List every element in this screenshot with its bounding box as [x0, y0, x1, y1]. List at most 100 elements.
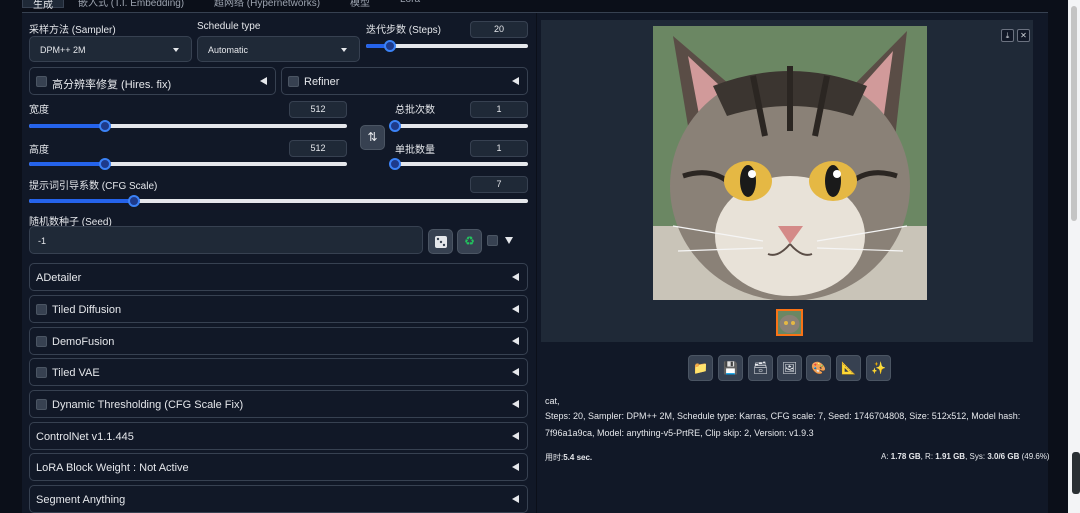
- output-params-line2: 7f96a1a9ca, Model: anything-v5-PrtRE, Cl…: [545, 428, 814, 438]
- collapse-triangle-icon[interactable]: [512, 463, 519, 471]
- mem-sys-value: 3.0/6 GB: [987, 452, 1020, 461]
- ruler-button[interactable]: 📐: [836, 355, 861, 381]
- mem-sys-label: , Sys:: [965, 452, 986, 461]
- height-input[interactable]: 512: [289, 140, 347, 157]
- generation-time: 用时:5.4 sec.: [545, 452, 592, 463]
- chevron-down-icon: [341, 48, 347, 52]
- palette-button[interactable]: 🎨: [806, 355, 831, 381]
- batch-size-input[interactable]: 1: [470, 140, 528, 157]
- dice-icon: [434, 236, 447, 248]
- tab-embedding[interactable]: 嵌入式 (T.I. Embedding): [78, 0, 184, 9]
- hires-fix-checkbox[interactable]: [36, 76, 47, 87]
- collapse-triangle-icon[interactable]: [512, 400, 519, 408]
- collapse-triangle-icon[interactable]: [512, 495, 519, 503]
- image-icon: 🖼: [781, 361, 798, 375]
- batch-count-slider[interactable]: [389, 120, 528, 132]
- cfg-input[interactable]: 7: [470, 176, 528, 193]
- sampler-select[interactable]: DPM++ 2M: [29, 36, 192, 62]
- accordion-adetailer[interactable]: ADetailer: [29, 263, 528, 291]
- slider-thumb[interactable]: [127, 195, 140, 207]
- accordion-controlnet-v1-1-445[interactable]: ControlNet v1.1.445: [29, 422, 528, 450]
- sampler-value: DPM++ 2M: [40, 45, 86, 55]
- save-button[interactable]: 💾: [718, 355, 743, 381]
- refiner-accordion[interactable]: Refiner: [281, 67, 528, 95]
- slider-thumb[interactable]: [389, 158, 401, 170]
- chevron-down-icon: [173, 48, 179, 52]
- slider-thumb[interactable]: [99, 120, 112, 132]
- sparkle-button[interactable]: ✨: [866, 355, 891, 381]
- gallery-thumbnail[interactable]: [776, 309, 803, 336]
- accordion-dynamic-thresholding-cfg-scale-fix[interactable]: Dynamic Thresholding (CFG Scale Fix): [29, 390, 528, 418]
- accordion-segment-anything[interactable]: Segment Anything: [29, 485, 528, 513]
- accordion-checkbox[interactable]: [36, 367, 47, 378]
- accordion-label: DemoFusion: [52, 336, 115, 348]
- accordion-checkbox[interactable]: [36, 399, 47, 410]
- accordion-label: Tiled VAE: [52, 367, 100, 379]
- tab-txt2img[interactable]: 生成: [22, 0, 64, 11]
- download-icon[interactable]: ⤓: [1001, 29, 1014, 42]
- cat-thumbnail-image: [778, 311, 801, 334]
- batch-count-label: 总批次数: [395, 105, 435, 116]
- reuse-seed-button[interactable]: ♻: [457, 229, 482, 254]
- hires-fix-label: 高分辨率修复 (Hires. fix): [52, 79, 172, 91]
- width-label: 宽度: [29, 105, 49, 116]
- output-prompt: cat,: [545, 396, 560, 406]
- schedule-select[interactable]: Automatic: [197, 36, 360, 62]
- refiner-checkbox[interactable]: [288, 76, 299, 87]
- slider-thumb[interactable]: [389, 120, 401, 132]
- collapse-triangle-icon[interactable]: [512, 305, 519, 313]
- refiner-label: Refiner: [304, 76, 340, 88]
- mem-pct: (49.6%): [1021, 452, 1050, 461]
- steps-input[interactable]: 20: [470, 21, 528, 38]
- width-input[interactable]: 512: [289, 101, 347, 118]
- tab-lora[interactable]: Lora: [400, 0, 420, 8]
- collapse-triangle-icon[interactable]: [512, 337, 519, 345]
- accordion-tiled-vae[interactable]: Tiled VAE: [29, 358, 528, 386]
- accordion-label: ControlNet v1.1.445: [36, 431, 134, 443]
- scrollbar-thumb[interactable]: [1071, 6, 1077, 221]
- accordion-label: Dynamic Thresholding (CFG Scale Fix): [52, 399, 244, 411]
- width-slider[interactable]: [29, 120, 347, 132]
- accordion-checkbox[interactable]: [36, 336, 47, 347]
- expand-triangle-icon[interactable]: [505, 237, 513, 244]
- side-handle[interactable]: [1072, 452, 1080, 494]
- accordion-demofusion[interactable]: DemoFusion: [29, 327, 528, 355]
- random-seed-button[interactable]: [428, 229, 453, 254]
- accordion-checkbox[interactable]: [36, 304, 47, 315]
- accordion-tiled-diffusion[interactable]: Tiled Diffusion: [29, 295, 528, 323]
- hires-fix-accordion[interactable]: 高分辨率修复 (Hires. fix): [29, 67, 276, 95]
- cfg-slider[interactable]: [29, 195, 528, 207]
- collapse-triangle-icon[interactable]: [512, 273, 519, 281]
- accordion-label: Segment Anything: [36, 494, 126, 506]
- collapse-triangle-icon[interactable]: [512, 432, 519, 440]
- steps-label: 迭代步数 (Steps): [366, 25, 442, 36]
- page-scrollbar[interactable]: [1068, 0, 1080, 513]
- tab-models[interactable]: 模型: [350, 0, 370, 9]
- collapse-triangle-icon[interactable]: [512, 77, 519, 85]
- seed-input[interactable]: -1: [29, 226, 423, 254]
- slider-thumb[interactable]: [384, 40, 397, 52]
- swap-dimensions-button[interactable]: ⇅: [360, 125, 385, 150]
- swap-arrows-icon: ⇅: [367, 130, 378, 144]
- tab-hypernetworks[interactable]: 超网络 (Hypernetworks): [214, 0, 320, 9]
- schedule-value: Automatic: [208, 45, 249, 55]
- accordion-label: LoRA Block Weight : Not Active: [36, 462, 189, 474]
- batch-size-slider[interactable]: [389, 158, 528, 170]
- image-button[interactable]: 🖼: [777, 355, 802, 381]
- accordion-lora-block-weight-not-active[interactable]: LoRA Block Weight : Not Active: [29, 453, 528, 481]
- slider-thumb[interactable]: [99, 158, 112, 170]
- ruler-icon: 📐: [841, 361, 856, 375]
- collapse-triangle-icon[interactable]: [260, 77, 267, 85]
- steps-slider[interactable]: [366, 40, 528, 52]
- cat-image: [653, 26, 927, 300]
- batch-count-input[interactable]: 1: [470, 101, 528, 118]
- close-icon[interactable]: ✕: [1017, 29, 1030, 42]
- time-value: 5.4 sec.: [563, 453, 593, 462]
- zip-button[interactable]: 🗃: [748, 355, 773, 381]
- extra-seed-checkbox[interactable]: [487, 235, 498, 246]
- sampler-label: 采样方法 (Sampler): [29, 25, 116, 36]
- generated-image[interactable]: [653, 26, 927, 300]
- height-slider[interactable]: [29, 158, 347, 170]
- collapse-triangle-icon[interactable]: [512, 368, 519, 376]
- folder-button[interactable]: 📁: [688, 355, 713, 381]
